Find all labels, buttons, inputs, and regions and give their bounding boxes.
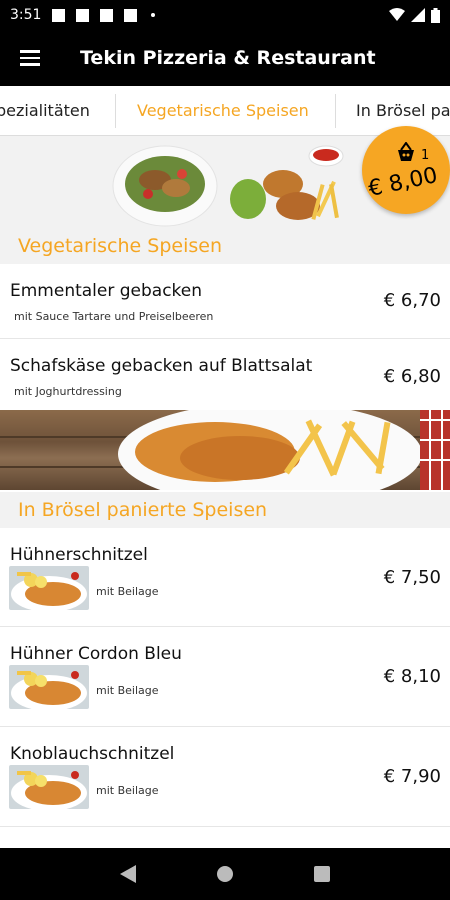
menu-item[interactable]: Knoblauchschnitzel mit Beilage € 7,90 [0, 727, 450, 827]
item-thumbnail [9, 665, 89, 709]
item-name: Schafskäse gebacken auf Blattsalat [10, 356, 313, 376]
notification-icon [52, 8, 66, 22]
menu-item[interactable]: Hühnerschnitzel mit Beilage € 7,50 [0, 528, 450, 627]
navigation-bar [0, 848, 450, 900]
item-price: € 6,80 [383, 366, 441, 387]
menu-item[interactable]: Emmentaler gebacken mit Sauce Tartare un… [0, 264, 450, 339]
item-name: Knoblauchschnitzel [10, 744, 175, 764]
more-notifications-icon [151, 13, 156, 17]
item-price: € 8,10 [383, 666, 441, 687]
tab-specialties[interactable]: pezialitäten [0, 86, 90, 135]
item-thumbnail [9, 566, 89, 610]
signal-icon [411, 8, 425, 22]
item-description: mit Beilage [96, 784, 159, 797]
item-price: € 7,50 [383, 567, 441, 588]
item-name: Emmentaler gebacken [10, 281, 203, 301]
section-header: In Brösel panierte Speisen [0, 492, 450, 528]
home-icon[interactable] [216, 865, 234, 883]
item-name: Hühner Cordon Bleu [10, 644, 182, 664]
recents-icon[interactable] [314, 866, 330, 882]
item-name: Hühnerschnitzel [10, 545, 148, 565]
notification-icon [76, 8, 90, 22]
item-description: mit Beilage [96, 585, 159, 598]
item-description: mit Beilage [96, 684, 159, 697]
notification-icon [100, 8, 114, 22]
item-price: € 6,70 [383, 290, 441, 311]
menu-icon[interactable] [0, 30, 60, 86]
battery-icon [431, 7, 440, 23]
wifi-icon [389, 8, 405, 21]
menu-item[interactable]: Schafskäse gebacken auf Blattsalat mit J… [0, 339, 450, 411]
item-description: mit Sauce Tartare und Preiselbeeren [14, 310, 214, 323]
tab-divider [115, 94, 116, 128]
status-time: 3:51 [10, 7, 42, 23]
chicken-image[interactable] [228, 144, 358, 228]
section-header: Vegetarische Speisen [0, 228, 450, 264]
category-banner-image [0, 410, 450, 490]
tab-divider [335, 94, 336, 128]
app-title: Tekin Pizzeria & Restaurant [80, 47, 376, 69]
app-bar: Tekin Pizzeria & Restaurant [0, 30, 450, 86]
salad-image[interactable] [110, 144, 220, 228]
item-thumbnail [9, 765, 89, 809]
category-tabs: pezialitäten Vegetarische Speisen In Brö… [0, 86, 450, 136]
back-icon[interactable] [120, 865, 136, 883]
status-bar: 3:51 [0, 0, 450, 30]
item-price: € 7,90 [383, 766, 441, 787]
item-description: mit Joghurtdressing [14, 385, 122, 398]
cart-total: € 8,00 [366, 162, 440, 203]
cart-count: 1 [421, 148, 430, 163]
basket-icon [398, 142, 414, 161]
menu-item[interactable]: Hühner Cordon Bleu mit Beilage € 8,10 [0, 627, 450, 727]
notification-icon [124, 8, 138, 22]
tab-vegetarian[interactable]: Vegetarische Speisen [137, 86, 309, 135]
cart-button[interactable]: 1 € 8,00 [362, 126, 450, 214]
